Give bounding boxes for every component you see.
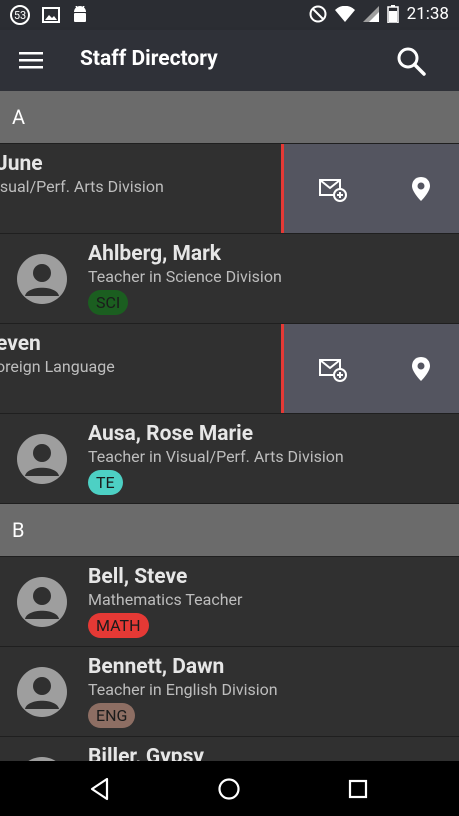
cell-signal-icon [362, 6, 379, 22]
app-bar: Staff Directory [0, 30, 459, 91]
list-item[interactable]: Bennett, Dawn Teacher in English Divisio… [0, 647, 459, 737]
staff-role: Mathematics Teacher [88, 590, 243, 609]
wifi-icon [334, 6, 355, 22]
list-item[interactable]: Ahlberg, Mark Teacher in Science Divisio… [0, 234, 459, 324]
list-item[interactable]: Ausa, Rose Marie Teacher in Visual/Perf.… [0, 414, 459, 504]
back-triangle-icon[interactable] [87, 776, 113, 802]
staff-name: June [0, 152, 43, 176]
page-title: Staff Directory [80, 47, 218, 71]
person-avatar-icon [17, 577, 67, 627]
staff-role: Teacher in Science Division [88, 267, 282, 286]
staff-name: even [0, 332, 41, 356]
swipe-actions [281, 144, 459, 233]
status-bar-left: 53 [10, 5, 88, 25]
system-nav-bar [0, 761, 459, 816]
android-icon [74, 6, 86, 22]
staff-name: Bennett, Dawn [88, 655, 225, 679]
person-avatar-icon [17, 254, 67, 304]
clock: 21:38 [406, 4, 449, 24]
location-pin-icon[interactable] [406, 174, 436, 204]
location-pin-icon[interactable] [406, 354, 436, 384]
staff-name: Biller, Gypsy [88, 745, 204, 761]
section-letter: A [12, 105, 26, 129]
email-add-icon[interactable] [318, 174, 348, 204]
person-avatar-icon [17, 667, 67, 717]
status-bar-right: 21:38 [309, 4, 449, 24]
department-badge: TE [88, 470, 123, 495]
section-header-b: B [0, 504, 459, 557]
list-item[interactable]: even oreign Language [0, 324, 459, 414]
home-circle-icon[interactable] [216, 776, 242, 802]
person-avatar-icon [17, 434, 67, 484]
department-badge: MATH [88, 613, 149, 638]
email-add-icon[interactable] [318, 354, 348, 384]
list-item[interactable]: Bell, Steve Mathematics Teacher MATH [0, 557, 459, 647]
staff-name: Ausa, Rose Marie [88, 422, 254, 446]
recents-square-icon[interactable] [345, 776, 371, 802]
battery-icon [386, 5, 399, 23]
staff-name: Bell, Steve [88, 565, 188, 589]
section-letter: B [12, 518, 25, 542]
notification-count-icon: 53 [10, 5, 30, 25]
staff-role: Teacher in Visual/Perf. Arts Division [88, 447, 344, 466]
search-icon[interactable] [396, 46, 426, 76]
department-badge: SCI [88, 290, 129, 315]
do-not-disturb-icon [309, 5, 327, 23]
staff-name: Ahlberg, Mark [88, 242, 221, 266]
list-item[interactable]: June isual/Perf. Arts Division [0, 144, 459, 234]
swipe-actions [281, 324, 459, 413]
department-badge: ENG [88, 703, 136, 728]
list-item[interactable]: Biller, Gypsy [0, 737, 459, 761]
staff-list[interactable]: A June isual/Perf. Arts Division Ahlberg… [0, 91, 459, 761]
section-header-a: A [0, 91, 459, 144]
image-notification-icon [42, 7, 60, 23]
staff-role: oreign Language [0, 357, 115, 376]
hamburger-icon[interactable] [19, 50, 43, 70]
status-bar: 53 21:38 [0, 0, 459, 30]
staff-role: Teacher in English Division [88, 680, 278, 699]
staff-role: isual/Perf. Arts Division [0, 177, 164, 196]
